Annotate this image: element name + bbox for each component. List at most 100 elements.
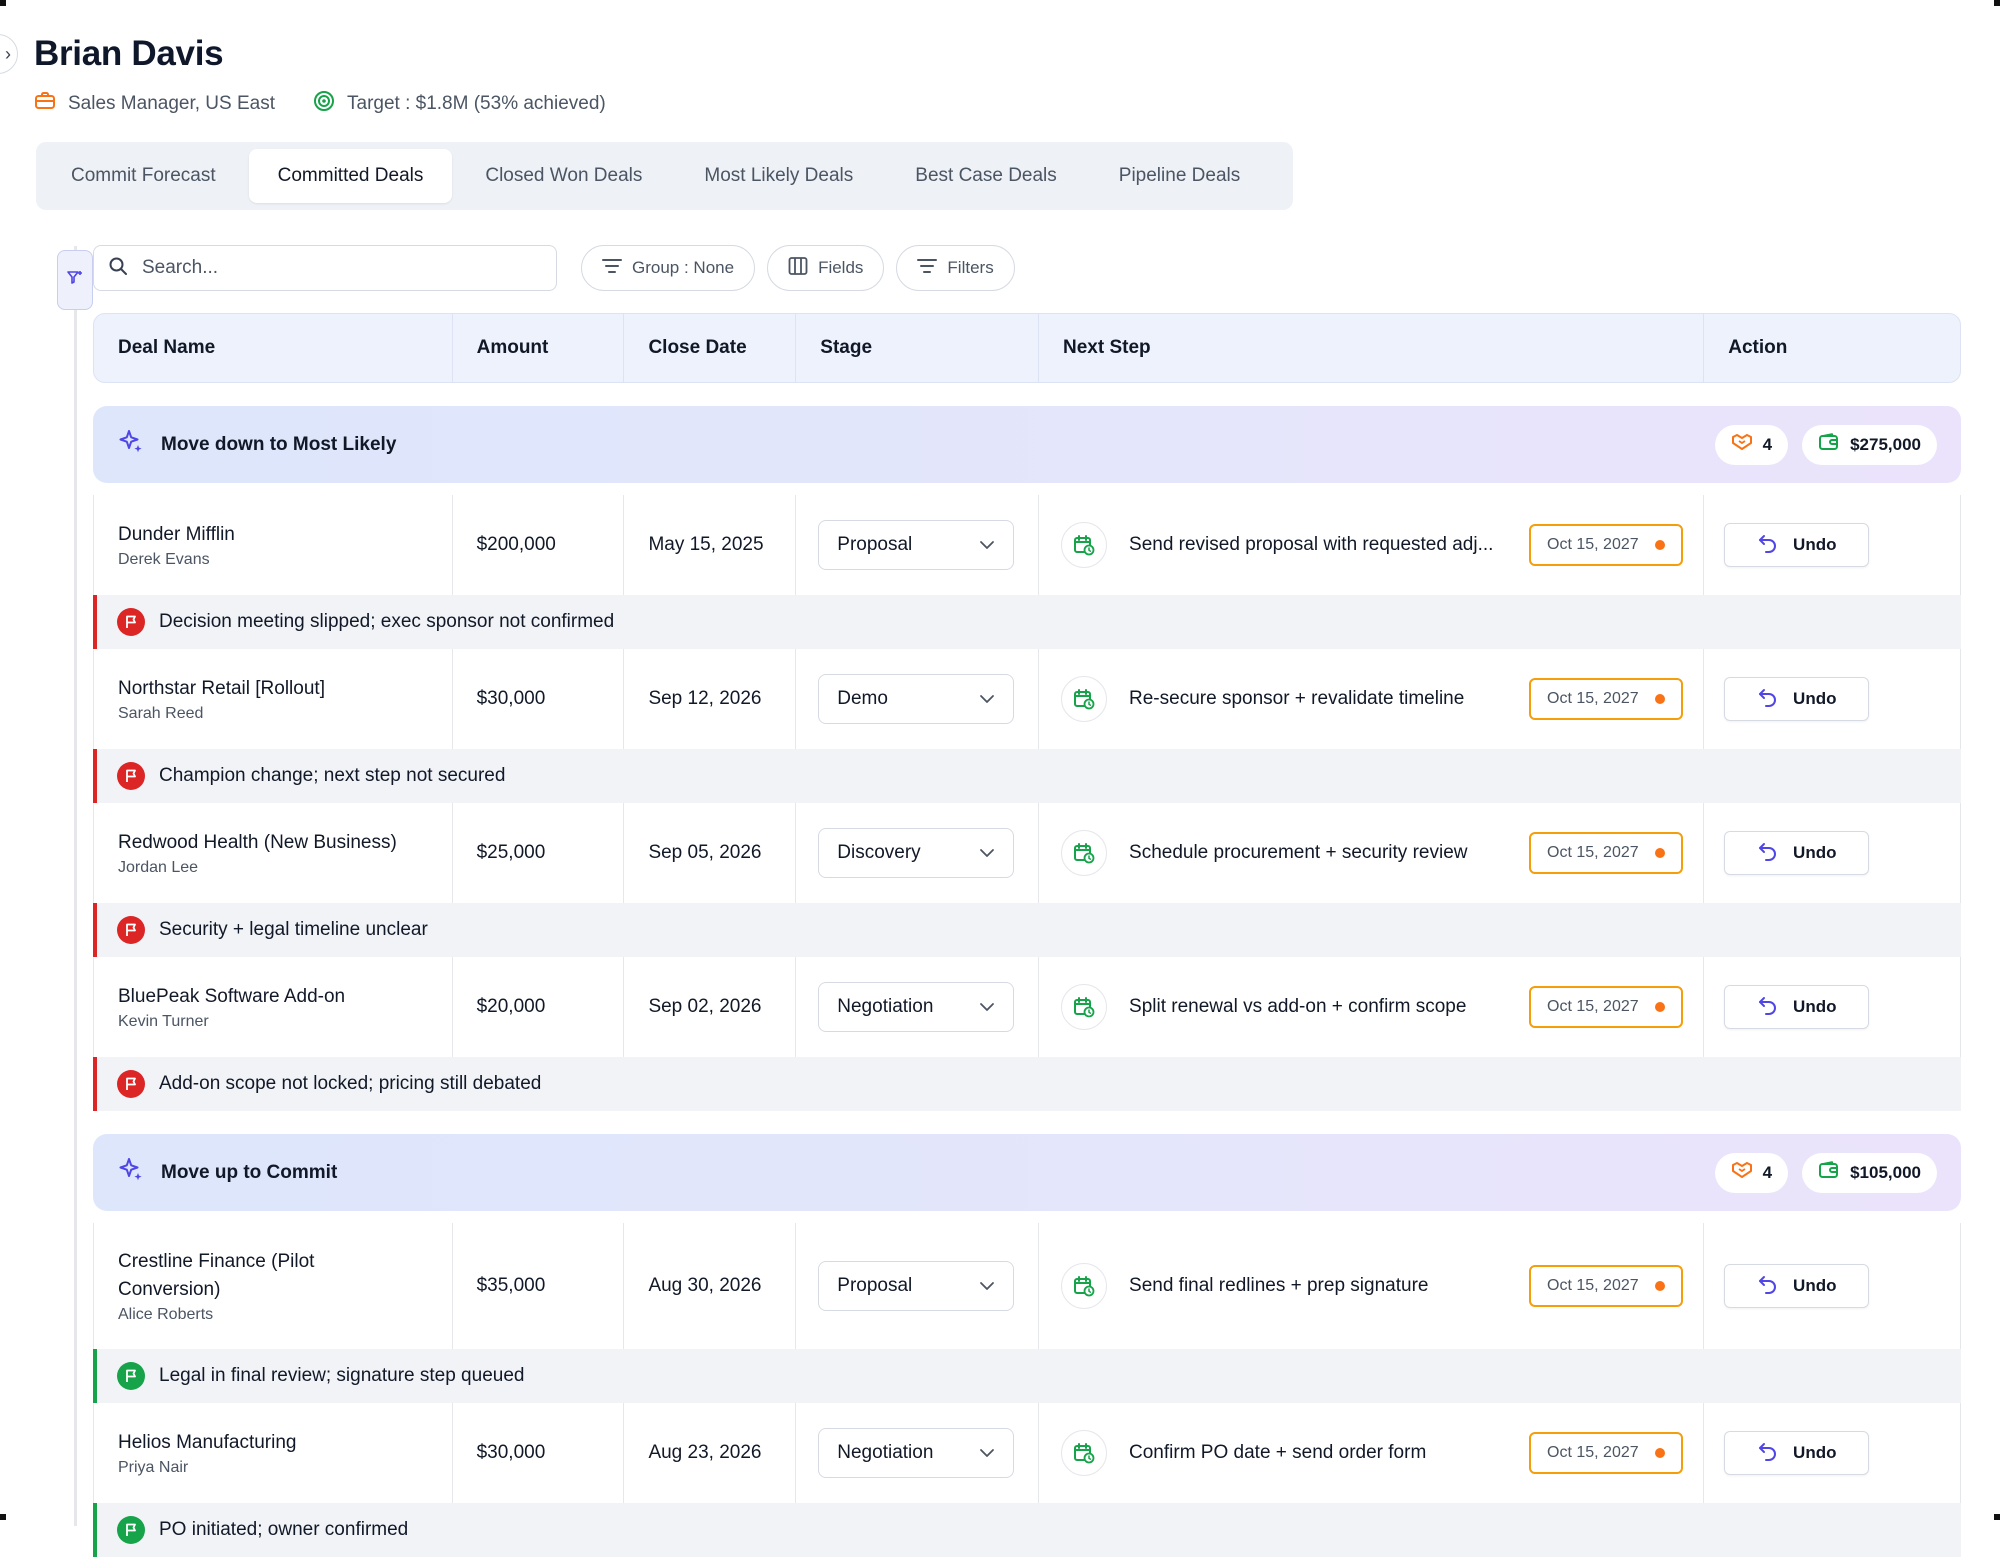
deal-owner: Kevin Turner [118,1012,209,1030]
next-step-text[interactable]: Split renewal vs add-on + confirm scope [1129,996,1507,1018]
ai-filter-button[interactable] [57,250,93,310]
status-dot [1654,848,1665,858]
deal-owner: Jordan Lee [118,858,199,876]
table-row[interactable]: Crestline Finance (Pilot Conversion) Alic… [93,1223,1961,1349]
next-step-date-badge[interactable]: Oct 15, 2027 [1529,1265,1683,1307]
deal-note-row: Decision meeting slipped; exec sponsor n… [93,595,1961,649]
deal-name[interactable]: Helios Manufacturing [118,1429,418,1457]
next-step-text[interactable]: Send revised proposal with requested adj… [1129,534,1507,556]
undo-button[interactable]: Undo [1724,1431,1870,1475]
stage-dropdown[interactable]: Proposal [818,520,1015,570]
undo-button[interactable]: Undo [1724,1264,1870,1308]
deal-name[interactable]: Redwood Health (New Business) [118,829,418,857]
deal-note-row: PO initiated; owner confirmed [93,1503,1961,1557]
tab-best-case-deals[interactable]: Best Case Deals [886,149,1086,203]
amount-cell: $20,000 [453,957,625,1057]
table-row[interactable]: Northstar Retail [Rollout] Sarah Reed $30,… [93,649,1961,749]
group-header[interactable]: Move down to Most Likely 4 $275,000 [93,406,1961,483]
group-header[interactable]: Move up to Commit 4 $105,000 [93,1134,1961,1211]
sidebar-toggle-button[interactable]: › [0,34,18,74]
calendar-clock-icon[interactable] [1061,1263,1108,1309]
amount-cell: $30,000 [453,1403,625,1503]
table-row[interactable]: BluePeak Software Add-on Kevin Turner $20,… [93,957,1961,1057]
calendar-clock-icon[interactable] [1061,1430,1108,1476]
group-button[interactable]: Group : None [581,245,756,291]
deal-count-chip: 4 [1714,424,1789,465]
tab-commit-forecast[interactable]: Commit Forecast [42,149,245,203]
undo-label: Undo [1793,535,1837,554]
stage-dropdown[interactable]: Negotiation [818,1428,1015,1478]
group-total-chip: $105,000 [1802,1152,1937,1193]
filters-button[interactable]: Filters [896,245,1015,291]
close-date-cell: Aug 30, 2026 [624,1223,797,1349]
flag-icon [117,1070,145,1098]
table-row[interactable]: Dunder Mifflin Derek Evans $200,000 May 15,… [93,495,1961,595]
deal-name[interactable]: BluePeak Software Add-on [118,983,418,1011]
next-step-cell: Split renewal vs add-on + confirm scope O… [1039,957,1705,1057]
undo-icon [1757,995,1779,1020]
stage-dropdown[interactable]: Proposal [818,1261,1015,1311]
undo-icon [1757,687,1779,712]
deal-note-text: PO initiated; owner confirmed [159,1519,409,1540]
stage-dropdown[interactable]: Discovery [818,828,1015,878]
calendar-clock-icon[interactable] [1061,830,1108,876]
action-cell: Undo [1704,803,1960,903]
column-header-stage[interactable]: Stage [796,314,1040,382]
next-step-cell: Re-secure sponsor + revalidate timeline O… [1039,649,1705,749]
flag-icon [117,1362,145,1390]
undo-button[interactable]: Undo [1724,677,1870,721]
column-header-deal-name[interactable]: Deal Name [94,314,453,382]
undo-button[interactable]: Undo [1724,523,1870,567]
stage-dropdown[interactable]: Negotiation [818,982,1015,1032]
next-step-date: Oct 15, 2027 [1547,536,1639,553]
undo-icon [1757,841,1779,866]
stage-dropdown[interactable]: Demo [818,674,1015,724]
next-step-text[interactable]: Re-secure sponsor + revalidate timeline [1129,688,1507,710]
column-header-next-step[interactable]: Next Step [1039,314,1705,382]
table-row[interactable]: Helios Manufacturing Priya Nair $30,000 Aug… [93,1403,1961,1503]
group-total: $275,000 [1850,434,1921,454]
undo-button[interactable]: Undo [1724,985,1870,1029]
deal-note-text: Decision meeting slipped; exec sponsor n… [159,611,615,632]
next-step-date-badge[interactable]: Oct 15, 2027 [1529,986,1683,1028]
next-step-date-badge[interactable]: Oct 15, 2027 [1529,832,1683,874]
deal-name[interactable]: Dunder Mifflin [118,521,418,549]
next-step-date-badge[interactable]: Oct 15, 2027 [1529,1432,1683,1474]
next-step-text[interactable]: Confirm PO date + send order form [1129,1442,1507,1464]
search-input[interactable] [140,256,542,280]
tab-most-likely-deals[interactable]: Most Likely Deals [675,149,882,203]
next-step-text[interactable]: Send final redlines + prep signature [1129,1275,1507,1297]
deal-name-cell: BluePeak Software Add-on Kevin Turner [94,957,453,1057]
sparkles-icon [117,1156,145,1189]
deal-owner: Alice Roberts [118,1305,214,1323]
next-step-date-badge[interactable]: Oct 15, 2027 [1529,524,1683,566]
chevron-down-icon [979,996,995,1018]
status-dot [1654,1448,1665,1458]
chevron-down-icon [979,688,995,710]
tab-committed-deals[interactable]: Committed Deals [248,149,453,203]
deal-name[interactable]: Northstar Retail [Rollout] [118,675,418,703]
table-row[interactable]: Redwood Health (New Business) Jordan Lee $… [93,803,1961,903]
next-step-text[interactable]: Schedule procurement + security review [1129,842,1507,864]
tab-closed-won-deals[interactable]: Closed Won Deals [456,149,671,203]
chevron-down-icon [979,1442,995,1464]
close-date-cell: Sep 12, 2026 [624,649,797,749]
undo-button[interactable]: Undo [1724,831,1870,875]
column-header-close-date[interactable]: Close Date [624,314,797,382]
calendar-clock-icon[interactable] [1061,984,1108,1030]
tab-pipeline-deals[interactable]: Pipeline Deals [1090,149,1269,203]
stage-cell: Discovery [796,803,1040,903]
deal-owner: Derek Evans [118,550,210,568]
deal-note-text: Security + legal timeline unclear [159,919,428,940]
deal-name[interactable]: Crestline Finance (Pilot Conversion) [118,1248,418,1303]
column-header-amount[interactable]: Amount [453,314,625,382]
calendar-clock-icon[interactable] [1061,676,1108,722]
group-total-chip: $275,000 [1802,424,1937,465]
status-dot [1654,540,1665,550]
undo-label: Undo [1793,843,1837,862]
calendar-clock-icon[interactable] [1061,522,1108,568]
next-step-date-badge[interactable]: Oct 15, 2027 [1529,678,1683,720]
fields-button[interactable]: Fields [767,245,885,291]
deal-note-text: Add-on scope not locked; pricing still d… [159,1073,542,1094]
